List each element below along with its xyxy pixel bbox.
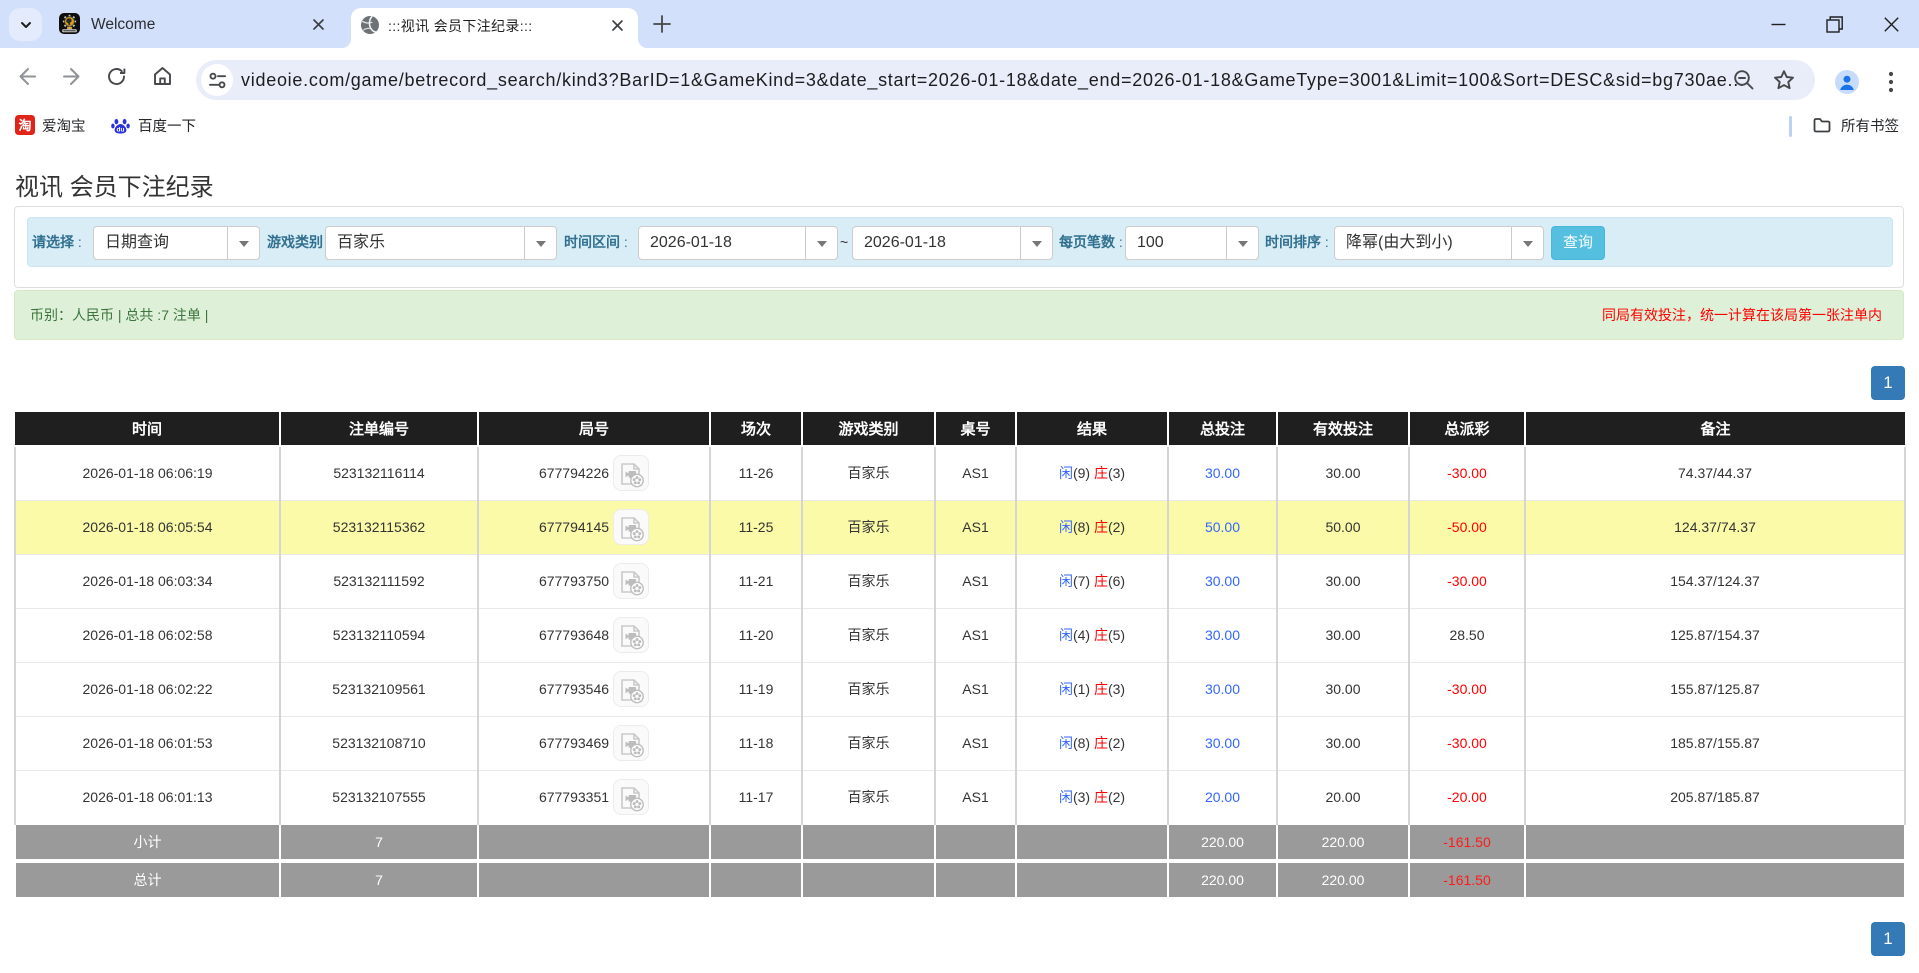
svg-text:淘: 淘: [18, 118, 31, 133]
svg-text:du: du: [117, 126, 125, 133]
